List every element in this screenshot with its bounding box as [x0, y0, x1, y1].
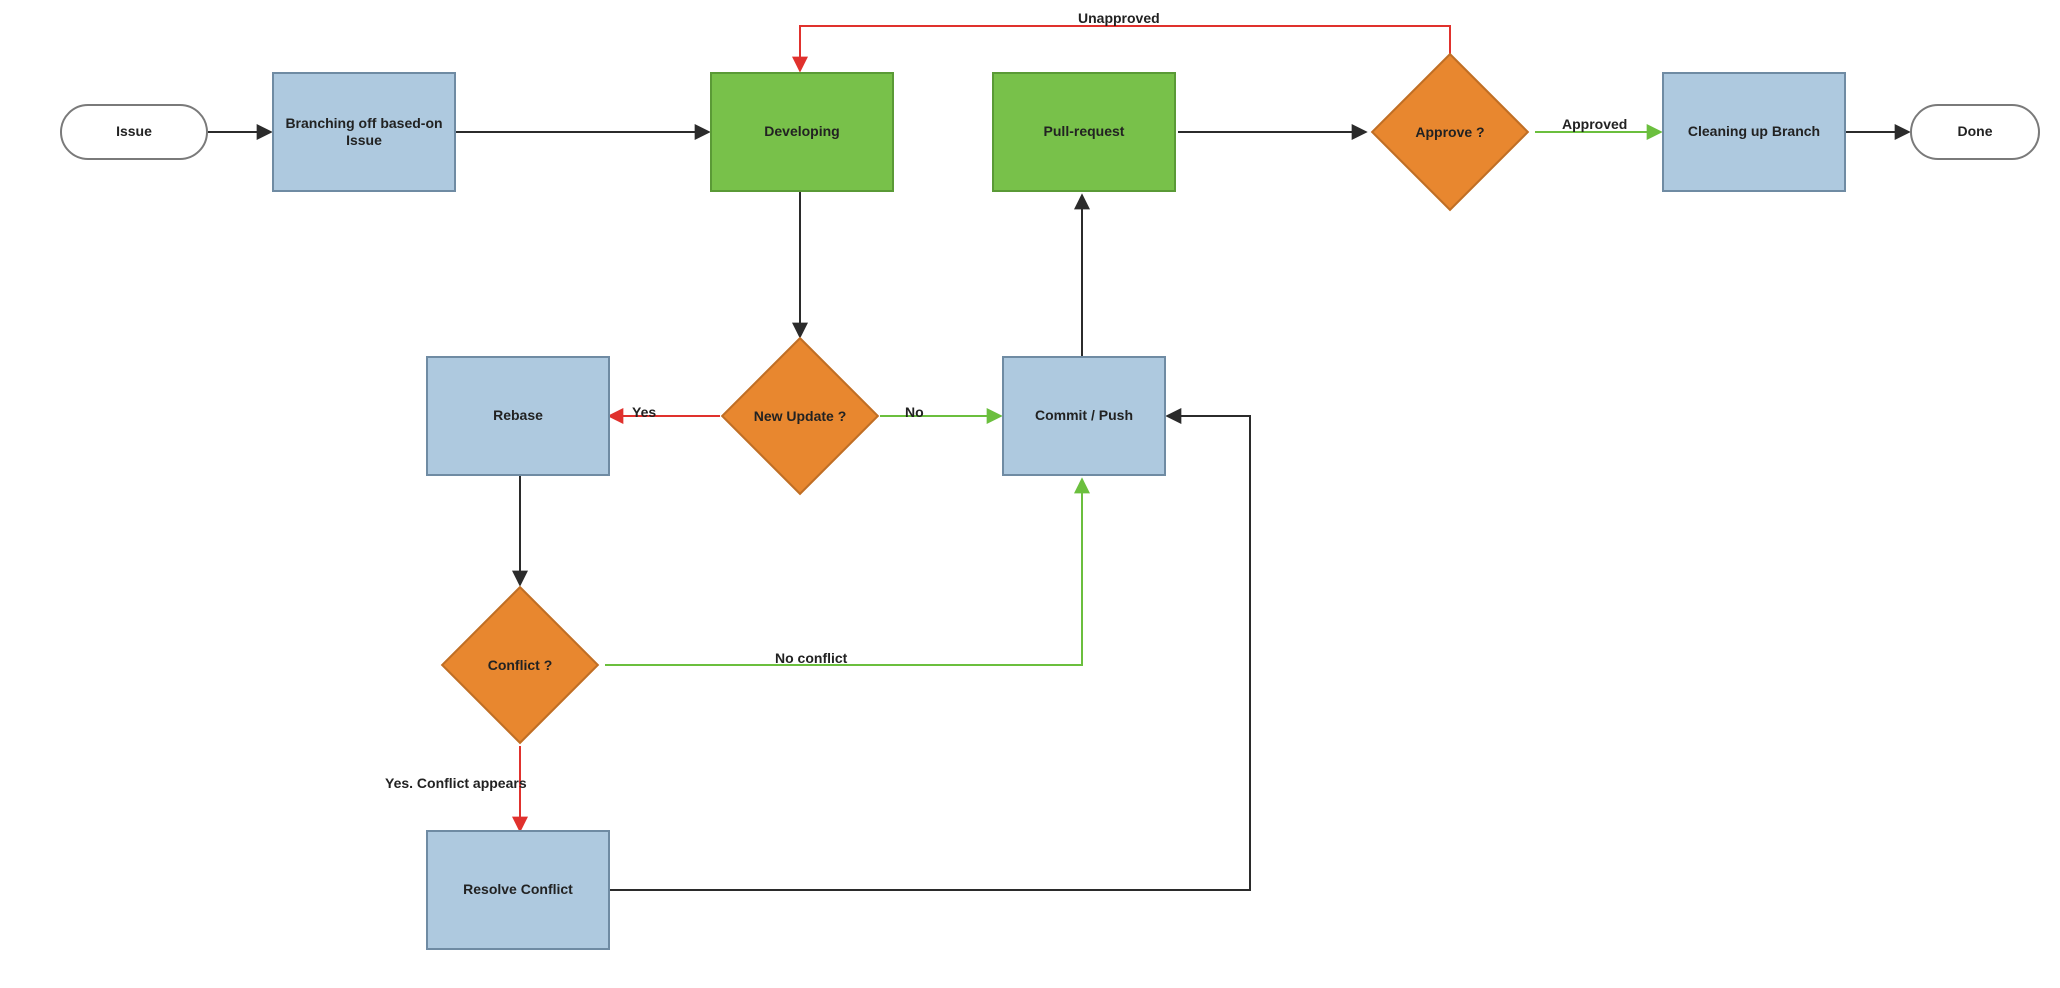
node-branching: Branching off based-on Issue	[272, 72, 456, 192]
edge-label-yes: Yes	[632, 404, 656, 420]
node-resolve-conflict: Resolve Conflict	[426, 830, 610, 950]
node-cleaning: Cleaning up Branch	[1662, 72, 1846, 192]
node-issue: Issue	[60, 104, 208, 160]
edge-label-no: No	[905, 404, 924, 420]
edge-label-approved: Approved	[1562, 116, 1627, 132]
node-approve-decision: Approve ?	[1368, 50, 1532, 214]
node-conflict-decision: Conflict ?	[438, 583, 602, 747]
node-new-update-label: New Update ?	[718, 334, 882, 498]
node-developing: Developing	[710, 72, 894, 192]
edge-label-unapproved: Unapproved	[1078, 10, 1160, 26]
node-pull-request: Pull-request	[992, 72, 1176, 192]
node-done: Done	[1910, 104, 2040, 160]
flowchart-canvas: Unapproved Approved Yes No No conflict Y…	[0, 0, 2060, 988]
node-commit-push: Commit / Push	[1002, 356, 1166, 476]
node-conflict-label: Conflict ?	[438, 583, 602, 747]
edge-label-no-conflict: No conflict	[775, 650, 847, 666]
edge-label-yes-conflict: Yes. Conflict appears	[385, 775, 527, 791]
node-new-update-decision: New Update ?	[718, 334, 882, 498]
node-rebase: Rebase	[426, 356, 610, 476]
node-approve-label: Approve ?	[1368, 50, 1532, 214]
